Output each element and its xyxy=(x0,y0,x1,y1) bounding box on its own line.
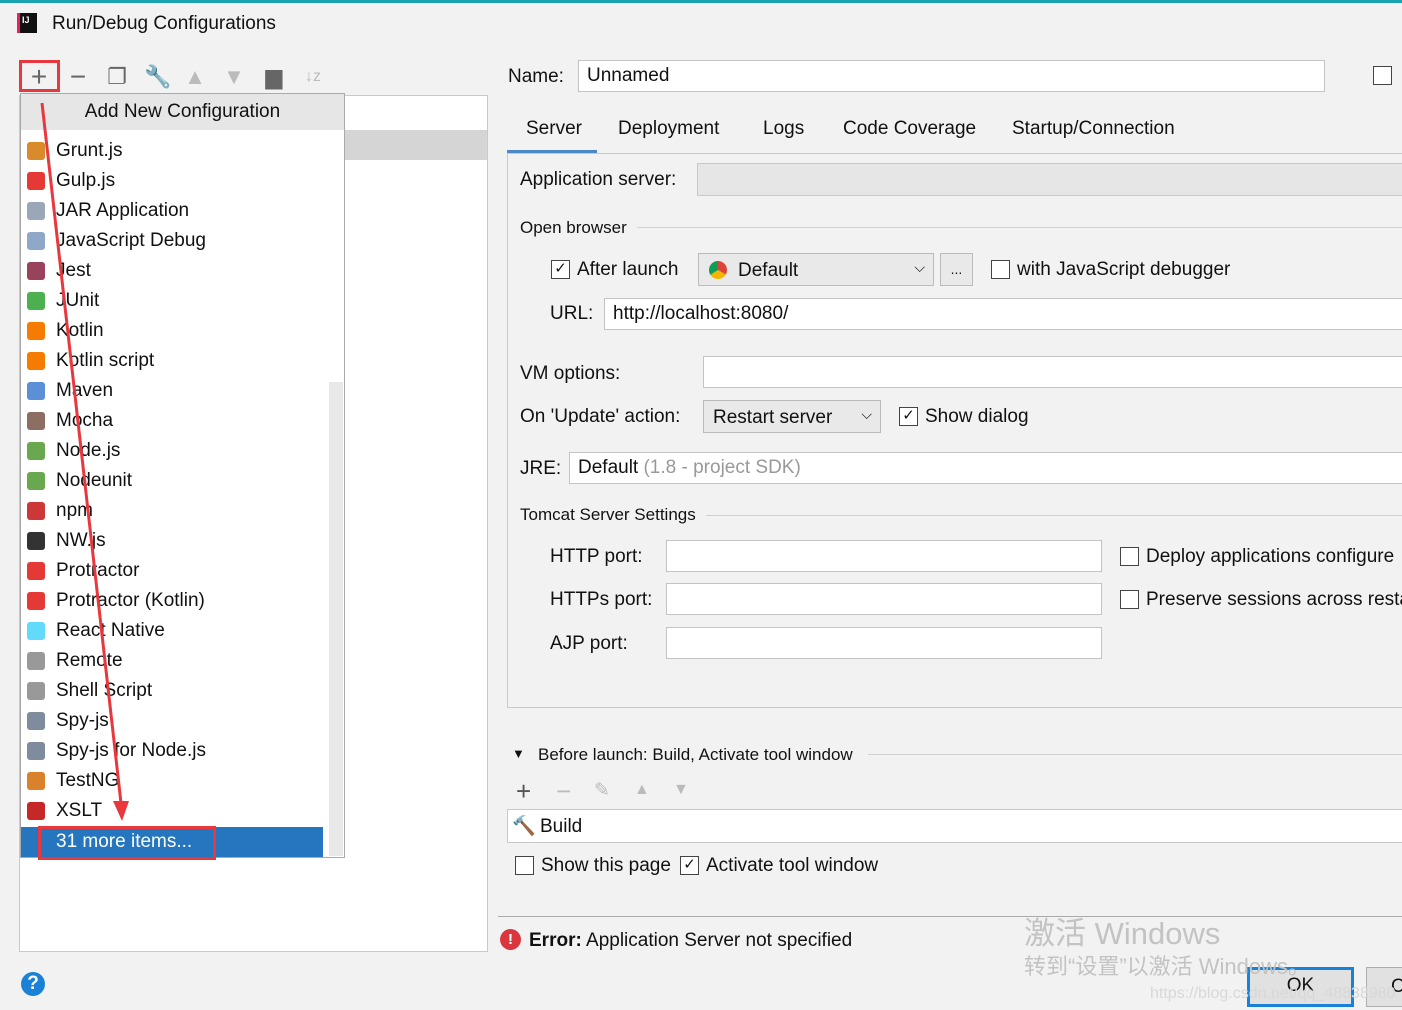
url-input[interactable]: http://localhost:8080/ xyxy=(604,298,1402,330)
https-port-label: HTTPs port: xyxy=(550,589,653,610)
activate-tool-checkbox[interactable]: ✓ xyxy=(680,856,699,875)
add-task-icon[interactable]: + xyxy=(516,776,531,807)
app-server-label: Application server: xyxy=(520,169,677,190)
open-browser-section: Open browser xyxy=(520,218,627,237)
before-launch-list: 🔨 Build xyxy=(507,809,1402,843)
jre-hint: (1.8 - project SDK) xyxy=(643,457,801,478)
name-input[interactable]: Unnamed xyxy=(578,60,1325,92)
ajp-port-label: AJP port: xyxy=(550,633,628,654)
tab-server[interactable]: Server xyxy=(526,118,582,140)
server-panel xyxy=(507,153,1402,708)
ajp-port-input[interactable] xyxy=(666,627,1102,659)
edit-task-icon[interactable]: ✎ xyxy=(594,779,610,802)
vm-options-input[interactable] xyxy=(703,356,1402,388)
chrome-icon xyxy=(709,261,727,279)
app-server-select[interactable] xyxy=(697,163,1402,196)
share-checkbox[interactable] xyxy=(1373,66,1392,85)
http-port-input[interactable] xyxy=(666,540,1102,572)
tab-startup-connection[interactable]: Startup/Connection xyxy=(1012,118,1175,140)
error-icon: ! xyxy=(500,929,521,950)
deploy-checkbox[interactable] xyxy=(1120,547,1139,566)
tab-deployment[interactable]: Deployment xyxy=(618,118,719,140)
jre-value: Default xyxy=(578,457,639,478)
tomcat-settings-section: Tomcat Server Settings xyxy=(520,505,696,524)
show-dialog-label: Show dialog xyxy=(925,406,1029,427)
before-launch-title: Before launch: Build, Activate tool wind… xyxy=(538,745,853,764)
show-dialog-checkbox[interactable]: ✓ xyxy=(899,407,918,426)
update-action-select[interactable]: Restart server ⌵ xyxy=(703,400,881,433)
chevron-down-icon: ⌵ xyxy=(861,406,872,422)
browser-more-button[interactable]: ... xyxy=(940,253,973,286)
move-up-icon[interactable]: ▲ xyxy=(634,781,650,799)
browser-select[interactable]: Default ⌵ xyxy=(698,253,934,286)
name-label: Name: xyxy=(508,66,564,87)
chevron-down-icon: ⌵ xyxy=(914,259,925,275)
after-launch-checkbox[interactable]: ✓ xyxy=(551,260,570,279)
activate-tool-label: Activate tool window xyxy=(706,855,879,876)
annotation-arrow xyxy=(40,102,129,821)
windows-watermark: 激活 Windows xyxy=(1024,916,1221,951)
error-message: Error: Application Server not specified xyxy=(529,930,853,951)
url-label: URL: xyxy=(550,303,594,324)
http-port-label: HTTP port: xyxy=(550,546,643,567)
deploy-label: Deploy applications configure xyxy=(1146,546,1395,567)
browser-value: Default xyxy=(738,260,799,281)
tab-logs[interactable]: Logs xyxy=(763,118,804,140)
js-debugger-checkbox[interactable] xyxy=(991,260,1010,279)
js-debugger-label: with JavaScript debugger xyxy=(1017,259,1231,280)
move-down-icon[interactable]: ▼ xyxy=(673,781,689,799)
jre-input[interactable]: Default (1.8 - project SDK) xyxy=(569,452,1402,484)
collapse-icon[interactable]: ▼ xyxy=(512,746,525,761)
build-task[interactable]: Build xyxy=(540,816,582,838)
jre-label: JRE: xyxy=(520,458,562,479)
tab-code-coverage[interactable]: Code Coverage xyxy=(843,118,976,140)
remove-task-icon[interactable]: − xyxy=(556,776,571,807)
preserve-sessions-checkbox[interactable] xyxy=(1120,590,1139,609)
show-page-checkbox[interactable] xyxy=(515,856,534,875)
after-launch-label: After launch xyxy=(577,259,679,280)
https-port-input[interactable] xyxy=(666,583,1102,615)
windows-watermark-sub: 转到“设置”以激活 Windows。 xyxy=(1024,954,1311,979)
hammer-icon: 🔨 xyxy=(512,816,536,837)
update-action-value: Restart server xyxy=(713,407,833,428)
preserve-sessions-label: Preserve sessions across restar xyxy=(1146,589,1402,610)
show-page-label: Show this page xyxy=(541,855,671,876)
update-action-label: On 'Update' action: xyxy=(520,406,681,427)
csdn-watermark: https://blog.csdn.net/qq_48838980 xyxy=(1150,985,1396,1002)
help-icon[interactable]: ? xyxy=(21,972,45,996)
vm-options-label: VM options: xyxy=(520,363,621,384)
